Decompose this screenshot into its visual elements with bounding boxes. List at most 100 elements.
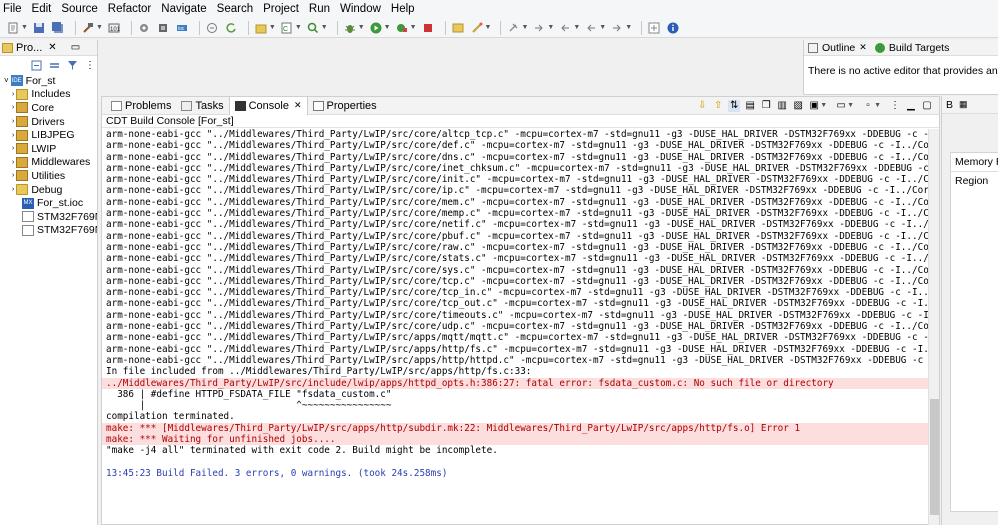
menu-project[interactable]: Project bbox=[258, 0, 304, 18]
prev-annotation-icon[interactable] bbox=[558, 21, 572, 35]
chevron-right-icon[interactable]: › bbox=[12, 104, 14, 111]
chevron-down-icon[interactable]: ▼ bbox=[485, 24, 492, 31]
chevron-down-icon[interactable]: ▼ bbox=[599, 24, 606, 31]
chevron-down-icon[interactable]: ▼ bbox=[96, 24, 103, 31]
stop-icon[interactable] bbox=[421, 21, 435, 35]
open-type-icon[interactable] bbox=[451, 21, 465, 35]
collapse-all-icon[interactable] bbox=[30, 59, 42, 71]
pin-icon[interactable] bbox=[506, 21, 520, 35]
device-icon[interactable] bbox=[156, 21, 170, 35]
menu-window[interactable]: Window bbox=[335, 0, 386, 18]
menu-search[interactable]: Search bbox=[212, 0, 258, 18]
menu-help[interactable]: Help bbox=[386, 0, 420, 18]
tree-item-debug[interactable]: › Debug bbox=[0, 183, 97, 197]
scrollbar-thumb[interactable] bbox=[930, 399, 939, 515]
chevron-right-icon[interactable]: › bbox=[12, 145, 14, 152]
save-icon[interactable] bbox=[32, 21, 46, 35]
chevron-down-icon[interactable]: ▼ bbox=[21, 24, 28, 31]
chevron-down-icon[interactable]: ▼ bbox=[269, 24, 276, 31]
binary-icon[interactable]: 101 bbox=[107, 21, 121, 35]
chevron-right-icon[interactable]: › bbox=[12, 91, 14, 98]
clear-console-icon[interactable]: ▤ bbox=[744, 100, 756, 112]
arrow-up-icon[interactable]: ⇧ bbox=[712, 100, 724, 112]
chevron-right-icon[interactable]: › bbox=[12, 118, 14, 125]
console-output[interactable]: arm-none-eabi-gcc "../Middlewares/Third_… bbox=[102, 129, 929, 525]
clean-icon[interactable] bbox=[205, 21, 219, 35]
tree-item-drivers[interactable]: › Drivers bbox=[0, 115, 97, 129]
back-icon[interactable] bbox=[584, 21, 598, 35]
pin-console-icon[interactable]: ▧ bbox=[792, 100, 804, 112]
menu-refactor[interactable]: Refactor bbox=[103, 0, 156, 18]
chevron-right-icon[interactable]: › bbox=[12, 132, 14, 139]
tab-build-targets[interactable]: Build Targets bbox=[889, 42, 950, 54]
chevron-down-icon[interactable]: ▼ bbox=[295, 24, 302, 31]
console-scrollbar[interactable] bbox=[928, 129, 939, 525]
chevron-down-icon[interactable]: ▼ bbox=[547, 24, 554, 31]
tree-item-core[interactable]: › Core bbox=[0, 101, 97, 115]
chip-config-icon[interactable]: ioc bbox=[175, 21, 189, 35]
tab-properties[interactable]: Properties bbox=[308, 97, 382, 115]
view-menu-icon[interactable]: ⋮ bbox=[84, 59, 96, 71]
info-icon[interactable] bbox=[666, 21, 680, 35]
minimize-icon[interactable]: ▁ bbox=[905, 100, 917, 112]
arrow-down-icon[interactable]: ⇩ bbox=[696, 100, 708, 112]
chevron-down-icon[interactable]: ▼ bbox=[625, 24, 632, 31]
perspective-icon[interactable] bbox=[647, 21, 661, 35]
menu-run[interactable]: Run bbox=[304, 0, 335, 18]
menu-source[interactable]: Source bbox=[56, 0, 102, 18]
new-class-icon[interactable]: C bbox=[280, 21, 294, 35]
memory-regions-tab[interactable]: Memory Re bbox=[951, 153, 998, 172]
next-annotation-icon[interactable] bbox=[532, 21, 546, 35]
maximize-icon[interactable]: ▢ bbox=[921, 100, 933, 112]
build-icon[interactable] bbox=[81, 21, 95, 35]
tab-problems[interactable]: Problems bbox=[106, 97, 176, 115]
menu-navigate[interactable]: Navigate bbox=[156, 0, 211, 18]
tree-item-middlewares[interactable]: › Middlewares bbox=[0, 156, 97, 170]
filter-icon[interactable] bbox=[66, 59, 78, 71]
menu-edit[interactable]: Edit bbox=[27, 0, 57, 18]
tree-item-linker-file[interactable]: STM32F769NII bbox=[0, 210, 97, 224]
tree-item-ioc-file[interactable]: MX For_st.ioc bbox=[0, 196, 97, 210]
chevron-down-icon[interactable]: ▼ bbox=[521, 24, 528, 31]
run-icon[interactable] bbox=[369, 21, 383, 35]
search-icon[interactable] bbox=[306, 21, 320, 35]
refresh-icon[interactable] bbox=[224, 21, 238, 35]
tab-tasks[interactable]: Tasks bbox=[176, 97, 228, 115]
close-icon[interactable]: ✕ bbox=[294, 100, 302, 111]
chevron-down-icon[interactable]: ▼ bbox=[410, 24, 417, 31]
tree-item-linker-file[interactable]: STM32F769NII bbox=[0, 224, 97, 238]
chevron-down-icon[interactable]: ▼ bbox=[847, 102, 854, 109]
chevron-down-icon[interactable]: ▼ bbox=[384, 24, 391, 31]
new-file-icon[interactable] bbox=[6, 21, 20, 35]
settings-icon[interactable] bbox=[137, 21, 151, 35]
tree-item-libjpeg[interactable]: › LIBJPEG bbox=[0, 128, 97, 142]
chevron-down-icon[interactable]: ▼ bbox=[820, 102, 827, 109]
new-console-icon[interactable]: ▫ bbox=[862, 100, 874, 112]
word-wrap-icon[interactable]: ▥ bbox=[776, 100, 788, 112]
tab-outline[interactable]: Outline bbox=[822, 42, 855, 54]
tree-root[interactable]: ˅ IDE For_st bbox=[0, 74, 97, 88]
scroll-lock-icon[interactable]: ⇅ bbox=[728, 99, 741, 112]
minimize-icon[interactable]: ▭ bbox=[71, 42, 80, 53]
chevron-down-icon[interactable]: ▼ bbox=[874, 102, 881, 109]
debug-icon[interactable] bbox=[343, 21, 357, 35]
open-element-icon[interactable] bbox=[470, 21, 484, 35]
view-menu-icon[interactable]: ⋮ bbox=[889, 100, 901, 112]
project-explorer-tab[interactable]: Pro... ✕ ▭ bbox=[0, 40, 97, 56]
tab-console[interactable]: Console ✕ bbox=[228, 96, 308, 115]
chevron-down-icon[interactable]: ˅ bbox=[4, 76, 9, 85]
external-tools-icon[interactable] bbox=[395, 21, 409, 35]
new-project-icon[interactable] bbox=[254, 21, 268, 35]
link-editor-icon[interactable] bbox=[48, 59, 60, 71]
forward-icon[interactable] bbox=[610, 21, 624, 35]
chevron-down-icon[interactable]: ▼ bbox=[573, 24, 580, 31]
close-icon[interactable]: ✕ bbox=[48, 42, 56, 53]
close-icon[interactable]: ✕ bbox=[859, 42, 867, 53]
tree-item-lwip[interactable]: › LWIP bbox=[0, 142, 97, 156]
chevron-down-icon[interactable]: ▼ bbox=[321, 24, 328, 31]
menu-file[interactable]: File bbox=[0, 0, 27, 18]
chevron-right-icon[interactable]: › bbox=[12, 186, 14, 193]
build-analyzer-tab[interactable]: B ▦ bbox=[942, 96, 998, 114]
tree-item-utilities[interactable]: › Utilities bbox=[0, 169, 97, 183]
open-console-icon[interactable]: ▣ bbox=[808, 100, 820, 112]
